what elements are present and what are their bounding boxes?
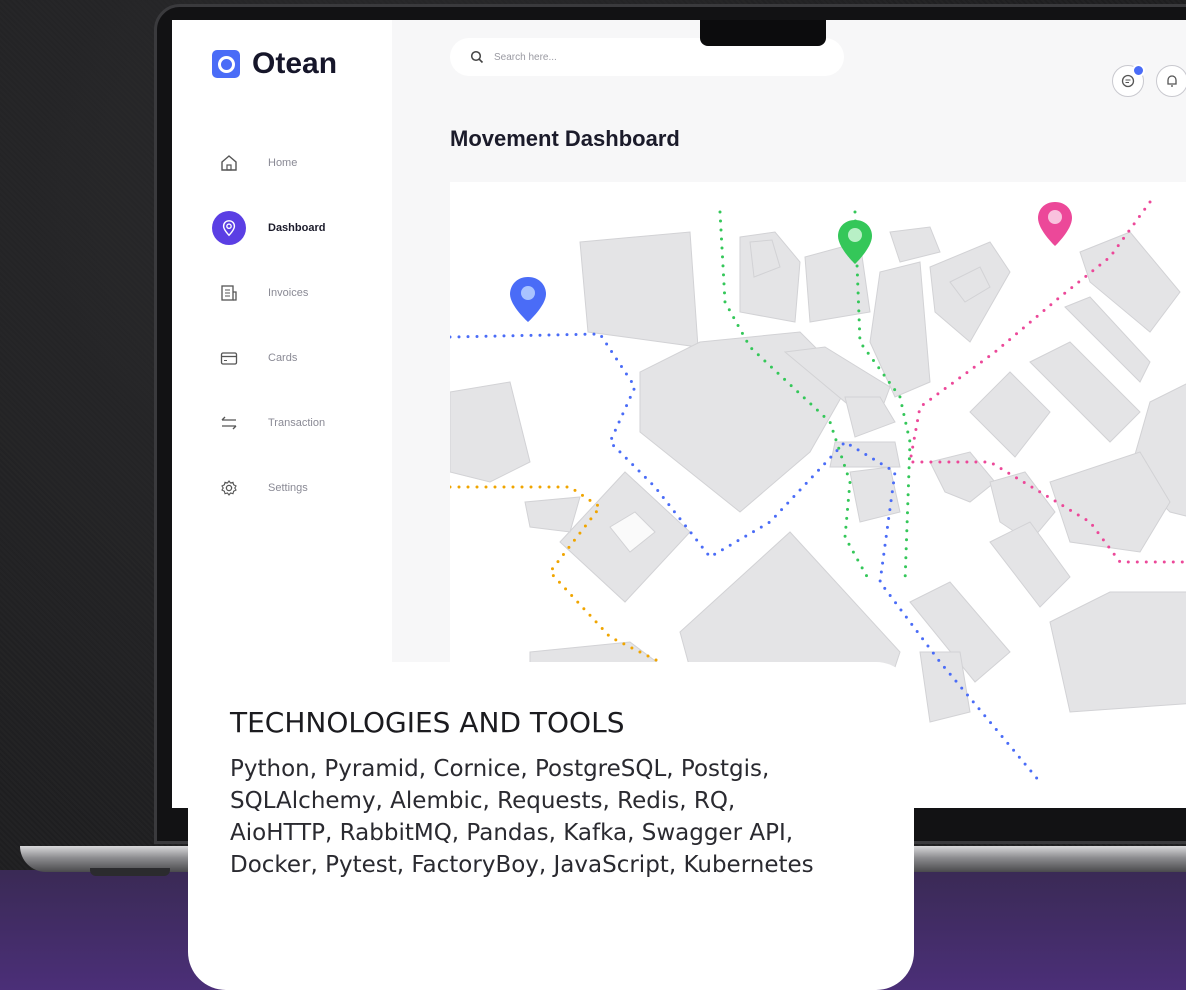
sidebar-item-invoices[interactable]: Invoices [212, 260, 325, 325]
sidebar-item-label: Settings [268, 481, 308, 494]
building [524, 496, 581, 533]
laptop-notch [700, 20, 826, 46]
page-title: Movement Dashboard [450, 126, 680, 151]
sidebar-item-label: Dashboard [268, 221, 326, 234]
building [844, 396, 896, 438]
sidebar-item-transaction[interactable]: Transaction [212, 390, 325, 455]
sidebar-nav: Home Dashboard Invoices Cards Transactio… [212, 130, 325, 520]
building [849, 466, 901, 523]
technologies-card: TECHNOLOGIES AND TOOLS Python, Pyramid, … [188, 662, 914, 990]
message-icon[interactable] [1112, 64, 1145, 97]
building [869, 261, 931, 398]
logo[interactable]: Otean [212, 47, 337, 81]
sidebar-item-cards[interactable]: Cards [212, 325, 325, 390]
sidebar-item-home[interactable]: Home [212, 130, 325, 195]
building [889, 226, 941, 263]
card-body: Python, Pyramid, Cornice, PostgreSQL, Po… [230, 756, 814, 878]
invoice-icon [212, 276, 246, 310]
building [929, 451, 996, 503]
gear-icon [212, 471, 246, 505]
search-input[interactable]: Search here... [494, 52, 557, 63]
map-pin-blue [510, 277, 546, 322]
sidebar-item-label: Cards [268, 351, 298, 364]
location-icon [212, 210, 246, 245]
building [579, 231, 699, 348]
sidebar-item-label: Home [268, 156, 298, 169]
laptop-foot [90, 868, 170, 876]
building [449, 381, 531, 483]
transfer-icon [212, 406, 246, 440]
sidebar-item-label: Invoices [268, 286, 309, 299]
building [969, 371, 1051, 458]
logo-icon [212, 50, 240, 78]
bell-icon[interactable] [1156, 65, 1186, 97]
search-icon [470, 50, 484, 64]
sidebar-item-settings[interactable]: Settings [212, 455, 325, 520]
card-title: TECHNOLOGIES AND TOOLS [230, 706, 625, 739]
app-name: Otean [252, 47, 338, 80]
notification-dot [1132, 64, 1145, 77]
map-pin-pink [1038, 202, 1072, 246]
sidebar-item-dashboard[interactable]: Dashboard [212, 195, 325, 260]
card-icon [212, 341, 246, 375]
building [989, 521, 1071, 608]
home-icon [212, 146, 246, 180]
building [1049, 591, 1186, 713]
sidebar-item-label: Transaction [268, 416, 326, 429]
